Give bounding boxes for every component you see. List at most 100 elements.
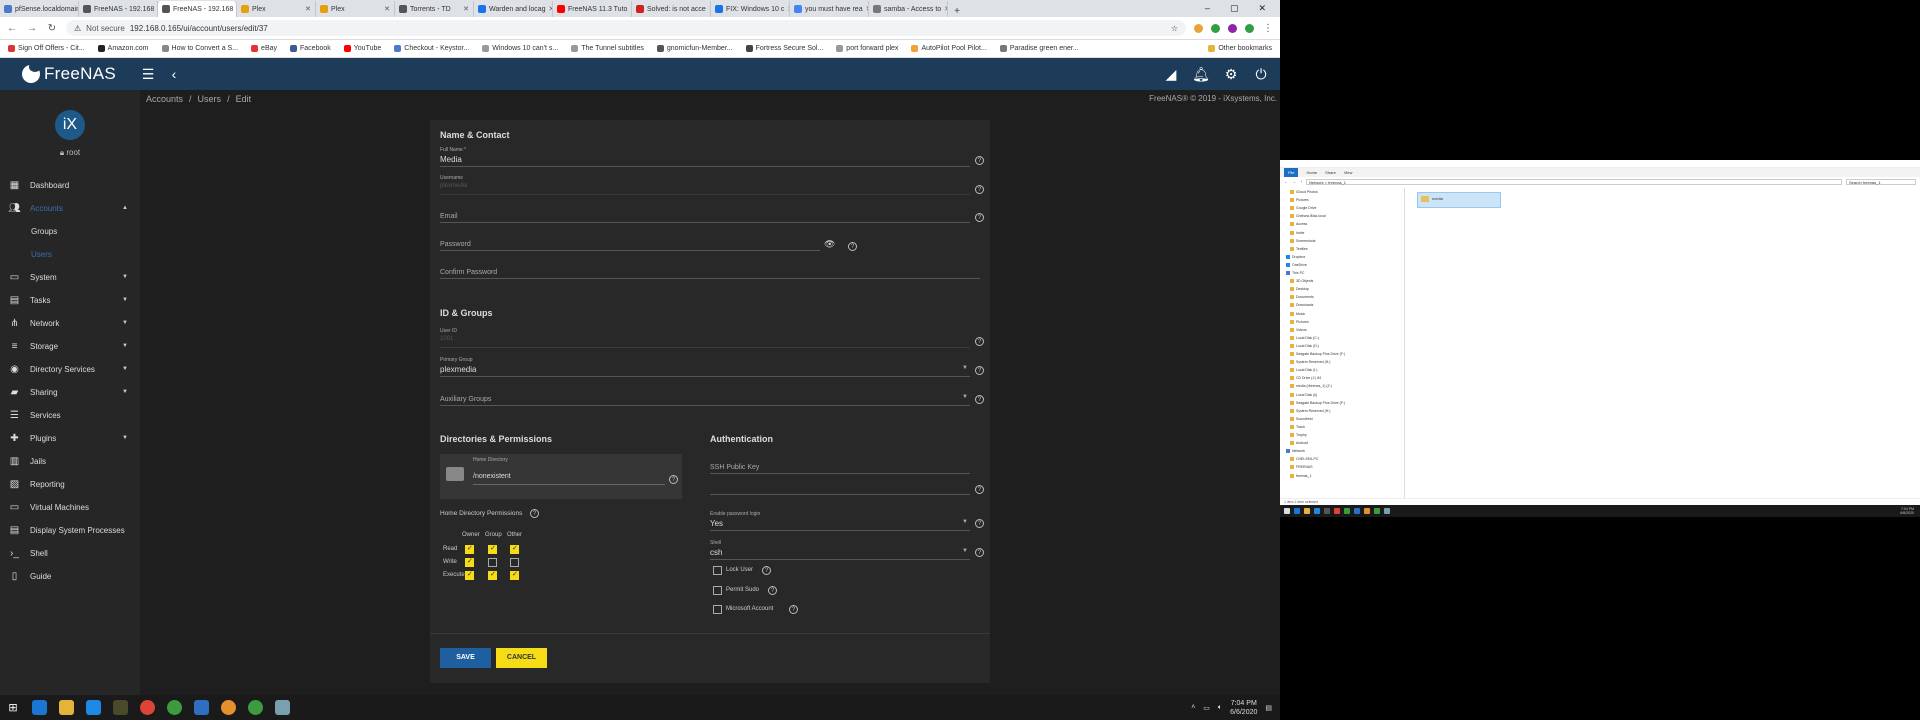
confirm-password-field[interactable]: Confirm Password xyxy=(440,261,980,279)
visibility-off-icon[interactable]: 👁︎ xyxy=(824,239,835,250)
shell-select[interactable]: Shell csh ▼ xyxy=(710,540,970,560)
other-bookmarks[interactable]: Other bookmarks xyxy=(1208,45,1272,52)
bookmark-item[interactable]: eBay xyxy=(251,45,277,52)
tree-item[interactable]: Trash xyxy=(1290,424,1305,429)
tree-item[interactable]: Trophy xyxy=(1290,433,1307,437)
username-help-icon[interactable]: ? xyxy=(975,185,984,194)
ribbon-view[interactable]: View xyxy=(1344,168,1353,177)
clock[interactable]: 7:04 PM 6/6/2020 xyxy=(1230,699,1257,717)
folder-icon[interactable] xyxy=(446,467,464,481)
sidebar-item-accounts[interactable]: 👥︎ Accounts ▲ xyxy=(0,197,140,219)
perm-execute-other-checkbox[interactable] xyxy=(510,570,519,580)
plex-icon[interactable] xyxy=(1364,508,1370,514)
tree-item[interactable]: Seagate Backup Plus Drive (F:) xyxy=(1290,352,1345,356)
star-icon[interactable]: ☆ xyxy=(1171,24,1178,33)
password-login-select[interactable]: Enable password login Yes ▼ xyxy=(710,511,970,531)
browser-menu-icon[interactable]: ⋮ xyxy=(1262,23,1274,34)
profile-avatar-icon[interactable] xyxy=(1228,23,1237,33)
home-directory-field[interactable]: Home Directory /nonexistent ? xyxy=(440,454,682,499)
bookmark-item[interactable]: gnomicfun-Member... xyxy=(656,45,733,52)
cancel-button[interactable]: CANCEL xyxy=(496,648,547,668)
tree-item[interactable]: Soundfield xyxy=(1290,416,1313,421)
bookmark-item[interactable]: Paradise green ener... xyxy=(999,45,1079,52)
browser-tab[interactable]: Solved: is not acce✕ xyxy=(632,1,711,17)
tree-item[interactable]: Invite xyxy=(1290,230,1304,235)
forward-icon[interactable]: → xyxy=(26,23,38,34)
edge-icon[interactable] xyxy=(1294,508,1300,514)
breadcrumb-users[interactable]: Users xyxy=(198,94,222,104)
perm-read-other-checkbox[interactable] xyxy=(510,544,519,554)
extension-key-icon[interactable] xyxy=(1194,23,1203,33)
browser-tab[interactable]: FreeNAS 11.3 Tuto✕ xyxy=(553,1,632,17)
bookmark-item[interactable]: Sign Off Offers - Cit... xyxy=(8,45,85,52)
breadcrumb-accounts[interactable]: Accounts xyxy=(146,94,183,104)
notifications-bell-icon[interactable]: 🔔︎ xyxy=(1188,66,1214,83)
freenas-logo[interactable]: FreeNAS xyxy=(0,62,135,84)
sidebar-item-guide[interactable]: ▯ Guide xyxy=(0,565,140,587)
sidebar-item-groups[interactable]: Groups xyxy=(0,220,140,242)
network-icon[interactable]: ▭ xyxy=(1203,704,1210,712)
lock-user-help-icon[interactable]: ? xyxy=(762,566,771,575)
tree-item[interactable]: 3D Objects xyxy=(1290,279,1313,284)
tree-item[interactable]: Downloads xyxy=(1290,303,1313,308)
tree-item[interactable]: Documents xyxy=(1290,295,1314,300)
app-icon[interactable] xyxy=(113,700,128,715)
tree-item[interactable]: System Reserved (H:) xyxy=(1290,360,1330,365)
fullname-field[interactable]: Full Name * Media xyxy=(440,147,970,167)
browser-tab[interactable]: Plex ✕ xyxy=(237,1,316,17)
sidebar-item-network[interactable]: ⋔ Network ▼ xyxy=(0,312,140,334)
tree-item[interactable]: Screenshots xyxy=(1290,238,1315,243)
sidebar-item-reporting[interactable]: ▨ Reporting xyxy=(0,473,140,495)
utorrent-icon[interactable] xyxy=(1344,508,1350,514)
bookmark-item[interactable]: port forward plex xyxy=(836,45,898,52)
bookmark-item[interactable]: Windows 10 can't s... xyxy=(482,45,558,52)
auxiliary-groups-select[interactable]: Auxiliary Groups ▼ xyxy=(440,388,970,406)
chrome-icon[interactable] xyxy=(1334,508,1340,514)
back-icon[interactable]: ← xyxy=(1284,179,1288,184)
browser-tab[interactable]: pfSense.localdomain✕ xyxy=(0,1,79,17)
up-icon[interactable]: ↑ xyxy=(1300,179,1302,184)
tree-item[interactable]: OneDrive xyxy=(1286,262,1307,267)
microsoft-account-checkbox[interactable] xyxy=(713,605,722,614)
tree-item[interactable]: iCloud Photos xyxy=(1290,190,1318,194)
perm-write-other-checkbox[interactable] xyxy=(510,558,519,567)
media-folder-item[interactable]: media xyxy=(1417,192,1501,208)
permit-sudo-help-icon[interactable]: ? xyxy=(768,586,777,595)
collapse-sidebar-icon[interactable]: ‹ xyxy=(161,66,187,82)
sidebar-item-display-system-processes[interactable]: ▤ Display System Processes xyxy=(0,519,140,541)
minimize-icon[interactable]: – xyxy=(1205,3,1210,14)
perm-read-owner-checkbox[interactable] xyxy=(465,544,474,554)
email-field[interactable]: Email xyxy=(440,205,970,223)
microsoft-account-help-icon[interactable]: ? xyxy=(789,605,798,614)
perm-read-group-checkbox[interactable] xyxy=(488,544,497,554)
tree-item[interactable]: freenas_1 xyxy=(1290,473,1312,478)
edge-icon[interactable] xyxy=(32,700,47,715)
ssh-key-field[interactable]: SSH Public Key xyxy=(710,456,970,474)
explorer-search[interactable]: Search freenas_1 xyxy=(1846,178,1916,185)
tree-item[interactable]: Local Disk (C:) xyxy=(1290,335,1319,340)
sidebar-item-services[interactable]: ☰ Services xyxy=(0,404,140,426)
power-icon[interactable]: ⏻ xyxy=(1248,66,1274,83)
tree-item[interactable]: Dropbox xyxy=(1286,254,1305,259)
tree-item[interactable]: Pictures xyxy=(1290,198,1309,203)
sidebar-item-storage[interactable]: ≡ Storage ▼ xyxy=(0,335,140,357)
tree-item[interactable]: CHELSEA-PC xyxy=(1290,457,1318,462)
browser-tab[interactable]: Plex ✕ xyxy=(316,1,395,17)
password-help-icon[interactable]: ? xyxy=(848,242,857,251)
new-tab-icon[interactable]: + xyxy=(948,6,966,17)
lock-user-checkbox[interactable] xyxy=(713,566,722,575)
permit-sudo-checkbox[interactable] xyxy=(713,586,722,595)
perm-execute-owner-checkbox[interactable] xyxy=(465,570,474,580)
maximize-icon[interactable]: ▢ xyxy=(1230,3,1239,14)
sidebar-item-tasks[interactable]: ▤ Tasks ▼ xyxy=(0,289,140,311)
utorrent-2-icon[interactable] xyxy=(1374,508,1380,514)
menu-icon[interactable]: ☰ xyxy=(135,66,161,83)
bookmark-item[interactable]: Fortress Secure Sol... xyxy=(745,45,823,52)
browser-tab[interactable]: FreeNAS - 192.168✕ xyxy=(79,1,158,17)
perm-write-owner-checkbox[interactable] xyxy=(465,557,474,567)
browser-tab[interactable]: Warden and locag✕ xyxy=(474,1,553,17)
tree-item[interactable]: Local Disk (D:) xyxy=(1290,343,1319,348)
tray-up-arrow-icon[interactable]: ˄ xyxy=(1191,704,1195,711)
browser-tab[interactable]: you must have rea✕ xyxy=(790,1,869,17)
perm-write-group-checkbox[interactable] xyxy=(488,558,497,567)
